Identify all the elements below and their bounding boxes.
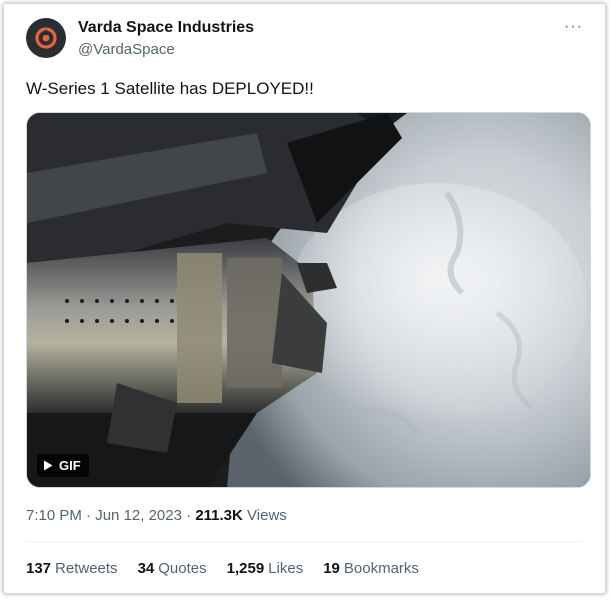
gif-label: GIF: [59, 458, 81, 473]
views-count: 211.3K: [195, 507, 243, 524]
stat-label: Likes: [268, 560, 304, 577]
more-horizontal-icon[interactable]: ···: [564, 18, 583, 36]
stat-count: 19: [323, 560, 340, 577]
meta-separator: ·: [86, 507, 92, 524]
tweet-time[interactable]: 7:10 PM: [26, 507, 82, 524]
stat-bookmarks[interactable]: 19 Bookmarks: [323, 560, 419, 577]
tweet-text: W-Series 1 Satellite has DEPLOYED!!: [26, 79, 314, 98]
meta-separator: ·: [186, 507, 192, 524]
tweet-card: Varda Space Industries @VardaSpace ··· W…: [3, 3, 606, 594]
stat-label: Bookmarks: [343, 560, 419, 577]
tweet-date[interactable]: Jun 12, 2023: [95, 507, 182, 524]
tweet-media-gif[interactable]: GIF: [26, 112, 591, 488]
avatar[interactable]: [26, 18, 66, 58]
stat-likes[interactable]: 1,259 Likes: [227, 560, 304, 577]
media-image: [27, 113, 590, 487]
play-icon: [44, 460, 53, 471]
stat-label: Quotes: [158, 560, 207, 577]
stat-count: 137: [26, 560, 52, 577]
divider: [26, 541, 583, 542]
stat-quotes[interactable]: 34 Quotes: [138, 560, 207, 577]
tweet-meta: 7:10 PM · Jun 12, 2023 · 211.3K Views: [26, 507, 287, 524]
stat-count: 1,259: [226, 560, 265, 577]
gif-badge[interactable]: GIF: [37, 454, 89, 477]
stat-label: Retweets: [55, 560, 118, 577]
views-label: Views: [247, 507, 287, 524]
stat-count: 34: [137, 560, 155, 577]
stat-retweets[interactable]: 137 Retweets: [26, 560, 118, 577]
author-name[interactable]: Varda Space Industries: [78, 19, 254, 37]
varda-logo-icon: [35, 27, 57, 49]
engagement-stats: 137 Retweets 34 Quotes 1,259 Likes 19 Bookma…: [26, 560, 419, 577]
author-handle[interactable]: @VardaSpace: [78, 41, 175, 58]
